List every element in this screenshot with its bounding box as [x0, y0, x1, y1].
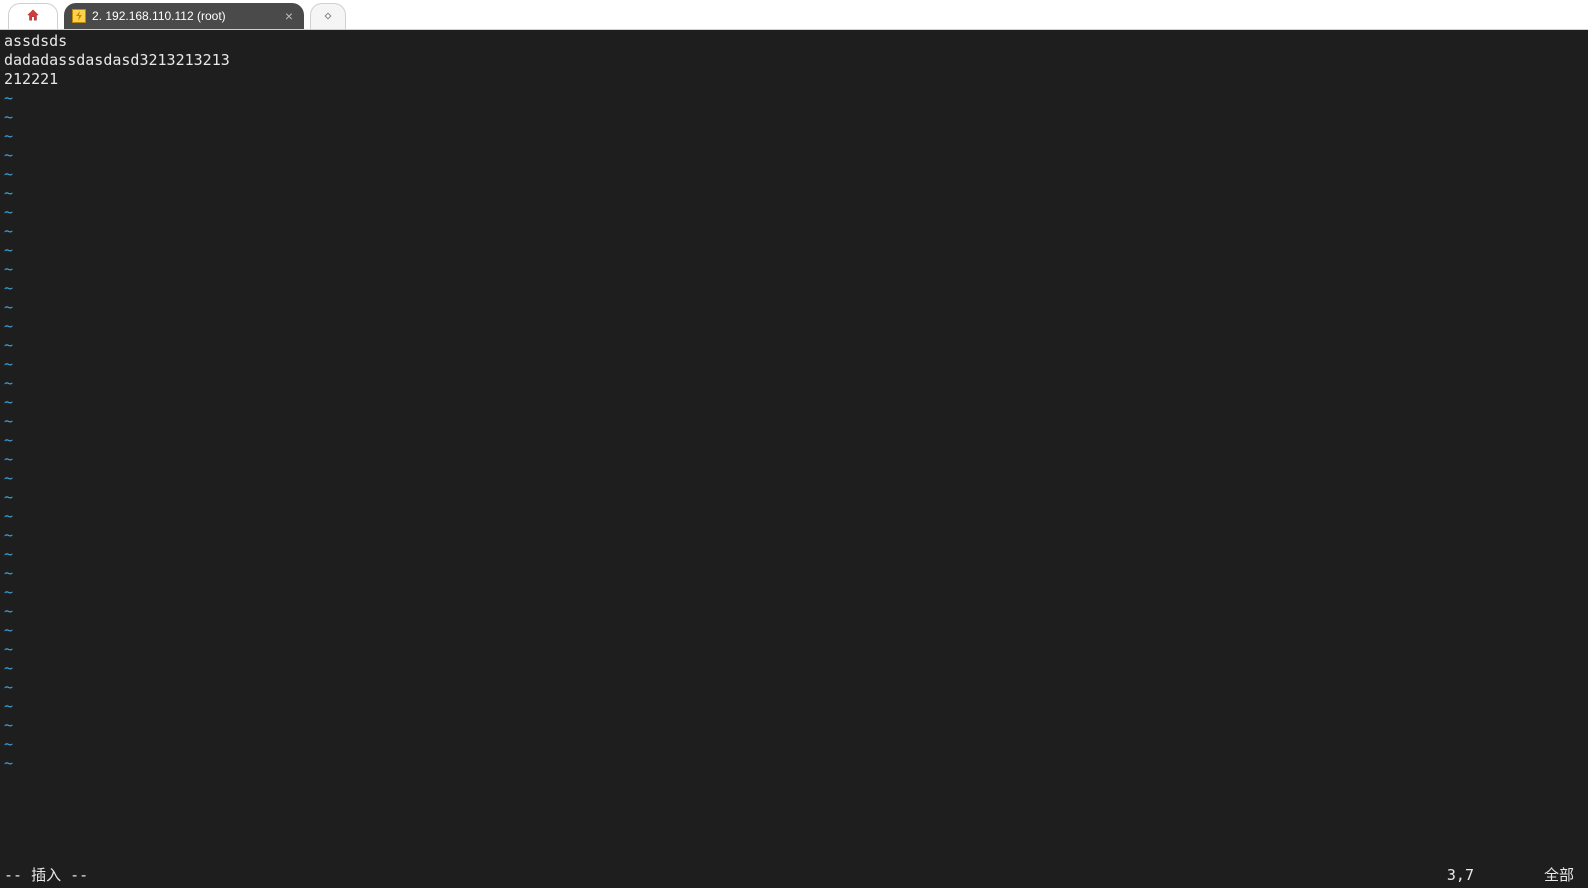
editor-empty-line: ~ — [4, 298, 1584, 317]
editor-empty-line: ~ — [4, 336, 1584, 355]
editor-content-line: 212221 — [4, 70, 1584, 89]
editor-empty-line: ~ — [4, 697, 1584, 716]
vim-cursor-position: 3,7 — [1447, 866, 1474, 885]
lightning-icon — [72, 9, 86, 23]
editor-empty-line: ~ — [4, 89, 1584, 108]
editor-empty-line: ~ — [4, 412, 1584, 431]
editor-content-line: assdsds — [4, 32, 1584, 51]
editor-empty-line: ~ — [4, 431, 1584, 450]
editor-empty-line: ~ — [4, 146, 1584, 165]
editor-empty-line: ~ — [4, 374, 1584, 393]
editor-empty-line: ~ — [4, 355, 1584, 374]
editor-empty-line: ~ — [4, 583, 1584, 602]
diamond-icon — [323, 10, 333, 24]
session-tab[interactable]: 2. 192.168.110.112 (root) × — [64, 3, 304, 29]
editor-empty-line: ~ — [4, 279, 1584, 298]
home-tab[interactable] — [8, 3, 58, 29]
editor-empty-line: ~ — [4, 735, 1584, 754]
session-tab-label: 2. 192.168.110.112 (root) — [92, 9, 226, 23]
editor-empty-line: ~ — [4, 488, 1584, 507]
home-icon — [25, 8, 41, 25]
editor-empty-line: ~ — [4, 165, 1584, 184]
terminal-area[interactable]: assdsdsdadadassdasdasd3213213213212221~~… — [0, 30, 1588, 888]
editor-empty-line: ~ — [4, 716, 1584, 735]
editor-empty-line: ~ — [4, 450, 1584, 469]
editor-empty-line: ~ — [4, 241, 1584, 260]
editor-empty-line: ~ — [4, 393, 1584, 412]
editor-empty-line: ~ — [4, 659, 1584, 678]
vim-mode-indicator: -- 插入 -- — [4, 866, 88, 885]
editor-content-line: dadadassdasdasd3213213213 — [4, 51, 1584, 70]
editor-empty-line: ~ — [4, 108, 1584, 127]
editor-empty-line: ~ — [4, 602, 1584, 621]
editor-empty-line: ~ — [4, 564, 1584, 583]
editor-empty-line: ~ — [4, 545, 1584, 564]
vim-view-indicator: 全部 — [1544, 866, 1574, 885]
new-tab-button[interactable] — [310, 3, 346, 29]
editor-empty-line: ~ — [4, 754, 1584, 773]
editor-empty-line: ~ — [4, 640, 1584, 659]
terminal-body[interactable]: assdsdsdadadassdasdasd3213213213212221~~… — [4, 32, 1584, 864]
editor-empty-line: ~ — [4, 621, 1584, 640]
close-tab-button[interactable]: × — [282, 9, 296, 23]
editor-empty-line: ~ — [4, 507, 1584, 526]
editor-empty-line: ~ — [4, 203, 1584, 222]
editor-empty-line: ~ — [4, 222, 1584, 241]
editor-empty-line: ~ — [4, 184, 1584, 203]
editor-empty-line: ~ — [4, 127, 1584, 146]
tab-bar: 2. 192.168.110.112 (root) × — [0, 0, 1588, 30]
vim-status-line: -- 插入 -- 3,7 全部 — [4, 864, 1584, 886]
editor-empty-line: ~ — [4, 526, 1584, 545]
editor-empty-line: ~ — [4, 317, 1584, 336]
editor-empty-line: ~ — [4, 469, 1584, 488]
editor-empty-line: ~ — [4, 260, 1584, 279]
editor-empty-line: ~ — [4, 678, 1584, 697]
